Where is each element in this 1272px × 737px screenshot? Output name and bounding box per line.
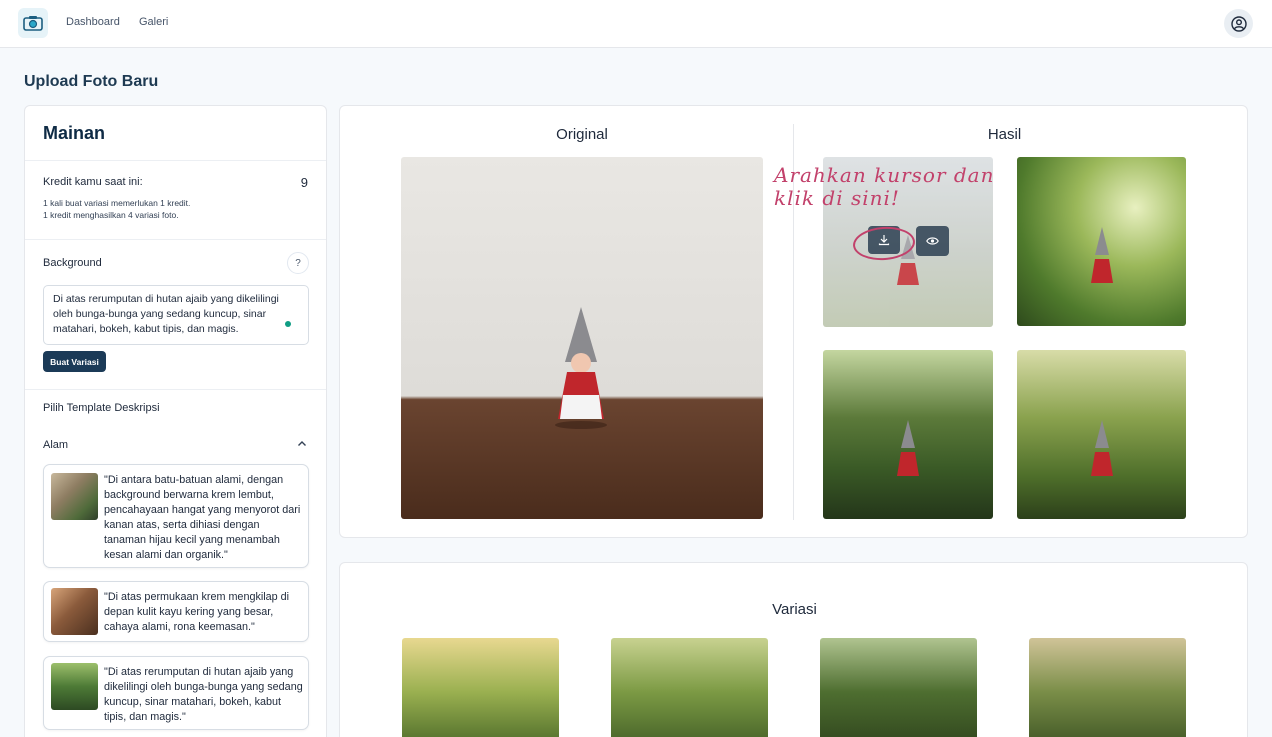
template-card[interactable]: "Di atas permukaan krem mengkilap di dep… xyxy=(43,581,309,642)
settings-panel: Mainan Kredit kamu saat ini: 9 1 kali bu… xyxy=(24,105,327,737)
result-image[interactable] xyxy=(1017,350,1186,519)
page-title: Upload Foto Baru xyxy=(24,73,159,90)
template-text: "Di antara batu-batuan alami, dengan bac… xyxy=(104,474,301,561)
hint-annotation: Arahkan kursor dan klik di sini! xyxy=(774,164,994,210)
gnome-figure-icon xyxy=(1091,420,1113,476)
template-thumbnail xyxy=(51,473,98,520)
divider xyxy=(25,160,326,161)
template-thumbnail xyxy=(51,588,98,635)
result-image[interactable] xyxy=(1017,157,1186,326)
hint-line: Arahkan kursor dan xyxy=(774,163,995,187)
original-photo[interactable] xyxy=(401,157,763,519)
gnome-figure-icon xyxy=(555,307,607,429)
gnome-figure-icon xyxy=(1091,227,1113,283)
background-label: Background xyxy=(43,257,102,269)
template-card[interactable]: "Di antara batu-batuan alami, dengan bac… xyxy=(43,464,309,568)
credit-label: Kredit kamu saat ini: xyxy=(43,176,143,188)
template-text: "Di atas permukaan krem mengkilap di dep… xyxy=(104,591,290,633)
panel-title: Mainan xyxy=(43,123,106,143)
variation-image[interactable] xyxy=(1029,638,1186,737)
credit-note: 1 kredit menghasilkan 4 variasi foto. xyxy=(43,210,179,220)
preview-button[interactable] xyxy=(916,226,949,256)
nav-link-dashboard[interactable]: Dashboard xyxy=(66,16,120,28)
variasi-card: Variasi xyxy=(339,562,1248,737)
user-circle-icon xyxy=(1230,15,1247,32)
template-card[interactable]: "Di atas rerumputan di hutan ajaib yang … xyxy=(43,656,309,730)
original-title: Original xyxy=(556,126,608,143)
variation-image[interactable] xyxy=(402,638,559,737)
top-navbar: Dashboard Galeri xyxy=(0,0,1272,48)
template-text: "Di atas rerumputan di hutan ajaib yang … xyxy=(104,666,303,723)
result-card: Original Hasil Arahkan kursor dan klik d… xyxy=(339,105,1248,538)
credit-value: 9 xyxy=(300,175,308,190)
variation-image[interactable] xyxy=(611,638,768,737)
result-image[interactable] xyxy=(823,350,993,519)
eye-icon xyxy=(926,237,939,245)
template-thumbnail xyxy=(51,663,98,710)
variation-image[interactable] xyxy=(820,638,977,737)
profile-button[interactable] xyxy=(1224,9,1253,38)
background-textarea[interactable]: Di atas rerumputan di hutan ajaib yang d… xyxy=(43,285,309,345)
status-dot xyxy=(285,321,291,327)
template-section-label: Pilih Template Deskripsi xyxy=(43,402,160,414)
divider xyxy=(25,239,326,240)
divider xyxy=(25,389,326,390)
gnome-figure-icon xyxy=(897,420,919,476)
nav-link-galeri[interactable]: Galeri xyxy=(139,16,168,28)
category-label-alam[interactable]: Alam xyxy=(43,439,68,451)
help-button[interactable]: ? xyxy=(287,252,309,274)
hasil-title: Hasil xyxy=(987,126,1022,143)
variasi-title: Variasi xyxy=(772,601,817,618)
hint-line: klik di sini! xyxy=(774,186,900,210)
camera-icon[interactable] xyxy=(18,8,48,38)
credit-note: 1 kali buat variasi memerlukan 1 kredit. xyxy=(43,198,191,208)
create-variation-button[interactable]: Buat Variasi xyxy=(43,351,106,372)
chevron-up-icon[interactable] xyxy=(297,439,307,449)
